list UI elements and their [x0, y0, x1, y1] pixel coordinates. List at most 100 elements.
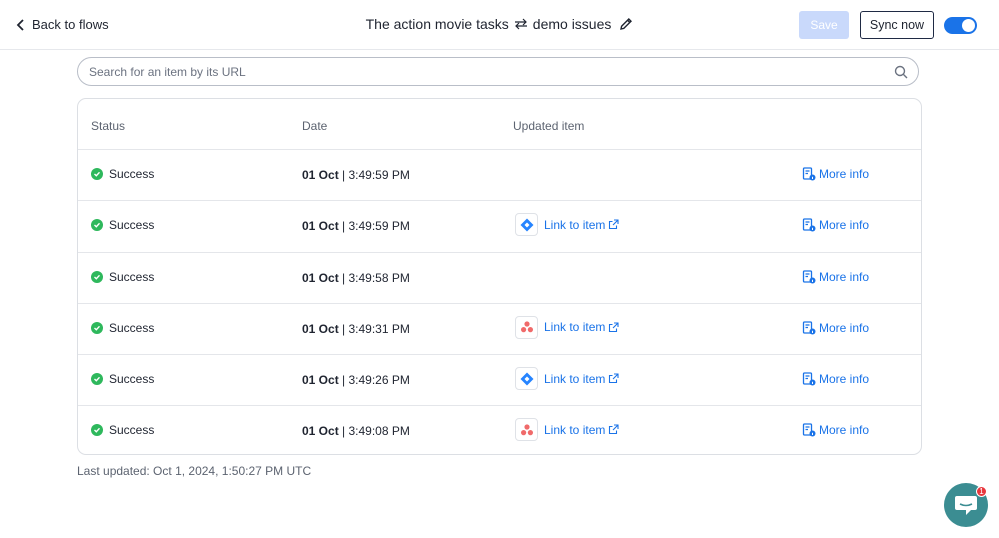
toggle-knob [962, 19, 975, 32]
date-day: 01 Oct [302, 321, 339, 336]
success-check-icon [91, 321, 103, 334]
link-to-item[interactable]: Link to item [544, 372, 619, 386]
more-info-button[interactable]: More info [802, 372, 869, 386]
more-info-label: More info [819, 423, 870, 438]
info-document-icon [802, 423, 816, 437]
success-check-icon [91, 373, 103, 386]
more-info-button[interactable]: More info [802, 218, 869, 232]
external-link-icon [609, 322, 619, 332]
search-bar [77, 57, 919, 86]
save-button[interactable]: Save [799, 11, 849, 39]
updated-item-cell: Link to item [515, 315, 619, 339]
flow-title: The action movie tasks demo issues [0, 16, 999, 32]
flow-right-name: demo issues [532, 16, 612, 32]
more-info-button[interactable]: More info [802, 167, 869, 181]
more-info-label: More info [819, 269, 870, 284]
chevron-left-icon [16, 18, 24, 31]
top-bar: Back to flows The action movie tasks dem… [0, 0, 999, 50]
more-info-label: More info [819, 218, 870, 233]
updated-item-cell: Link to item [515, 367, 619, 391]
date-cell: 01 Oct | 3:49:08 PM [302, 424, 410, 438]
table-row: Success 01 Oct | 3:49:31 PM Link to item… [78, 302, 921, 354]
date-day: 01 Oct [302, 219, 339, 234]
swap-arrows-icon [514, 18, 527, 30]
more-info-button[interactable]: More info [802, 423, 869, 437]
chat-unread-badge: 1 [976, 486, 987, 497]
success-check-icon [91, 424, 103, 437]
table-row: Success 01 Oct | 3:49:58 PM More info [78, 251, 921, 303]
status-label: Success [109, 372, 155, 387]
date-time: | 3:49:31 PM [338, 321, 410, 336]
date-time: | 3:49:59 PM [338, 168, 410, 182]
search-icon[interactable] [894, 65, 908, 79]
date-cell: 01 Oct | 3:49:59 PM [302, 219, 410, 233]
info-document-icon [802, 269, 816, 284]
status-label: Success [109, 269, 155, 284]
table-header: Status Date Updated item [78, 99, 921, 149]
status-cell: Success [91, 167, 154, 181]
table-row: Success 01 Oct | 3:49:26 PM Link to item… [78, 354, 921, 405]
more-info-button[interactable]: More info [802, 270, 869, 284]
table-row: Success 01 Oct | 3:49:59 PM Link to item… [78, 200, 921, 251]
status-label: Success [109, 423, 155, 438]
status-cell: Success [91, 321, 154, 335]
search-input[interactable] [78, 58, 868, 85]
sync-now-button[interactable]: Sync now [860, 11, 934, 39]
info-document-icon [802, 372, 816, 386]
link-label: Link to item [544, 320, 606, 335]
date-time: | 3:49:59 PM [338, 219, 410, 234]
more-info-label: More info [819, 320, 870, 335]
external-link-icon [609, 373, 619, 384]
link-label: Link to item [544, 422, 606, 437]
column-header-status: Status [91, 119, 126, 133]
jira-icon [515, 213, 538, 237]
asana-icon [515, 315, 538, 339]
external-link-icon [609, 424, 619, 435]
link-to-item[interactable]: Link to item [544, 320, 619, 334]
updated-item-cell: Link to item [515, 213, 619, 237]
link-to-item[interactable]: Link to item [544, 423, 619, 437]
link-to-item[interactable]: Link to item [544, 218, 619, 232]
pencil-icon[interactable] [619, 17, 633, 31]
back-label: Back to flows [32, 17, 109, 32]
date-cell: 01 Oct | 3:49:58 PM [302, 271, 410, 285]
date-time: | 3:49:26 PM [338, 373, 410, 388]
column-header-updated-item: Updated item [513, 119, 585, 133]
more-info-label: More info [819, 372, 870, 387]
status-label: Success [109, 167, 155, 181]
info-document-icon [802, 167, 816, 181]
last-updated-text: Last updated: Oct 1, 2024, 1:50:27 PM UT… [77, 464, 312, 478]
external-link-icon [609, 219, 619, 230]
flow-toggle[interactable] [944, 17, 977, 34]
status-label: Success [109, 218, 155, 233]
status-cell: Success [91, 423, 154, 437]
jira-icon [515, 367, 538, 391]
updated-item-cell: Link to item [515, 418, 619, 442]
date-day: 01 Oct [302, 373, 339, 388]
more-info-button[interactable]: More info [802, 321, 869, 335]
link-label: Link to item [544, 217, 606, 232]
flow-left-name: The action movie tasks [365, 16, 509, 32]
info-document-icon [802, 321, 816, 335]
date-cell: 01 Oct | 3:49:59 PM [302, 168, 410, 182]
status-cell: Success [91, 372, 154, 386]
more-info-label: More info [819, 167, 870, 181]
date-day: 01 Oct [302, 424, 339, 439]
status-cell: Success [91, 218, 154, 232]
info-document-icon [802, 218, 816, 232]
sync-log-table: Status Date Updated item Success 01 Oct … [77, 98, 922, 455]
table-row: Success 01 Oct | 3:49:08 PM Link to item… [78, 405, 921, 454]
table-row: Success 01 Oct | 3:49:59 PM More info [78, 149, 921, 200]
chat-bubble-icon [955, 496, 977, 515]
back-to-flows-link[interactable]: Back to flows [16, 17, 109, 32]
date-cell: 01 Oct | 3:49:31 PM [302, 322, 410, 336]
date-time: | 3:49:08 PM [338, 424, 410, 439]
asana-icon [515, 418, 538, 442]
success-check-icon [91, 168, 103, 180]
link-label: Link to item [544, 371, 606, 386]
date-time: | 3:49:58 PM [338, 270, 410, 285]
status-cell: Success [91, 270, 154, 284]
date-day: 01 Oct [302, 168, 339, 182]
date-cell: 01 Oct | 3:49:26 PM [302, 373, 410, 387]
success-check-icon [91, 219, 103, 232]
